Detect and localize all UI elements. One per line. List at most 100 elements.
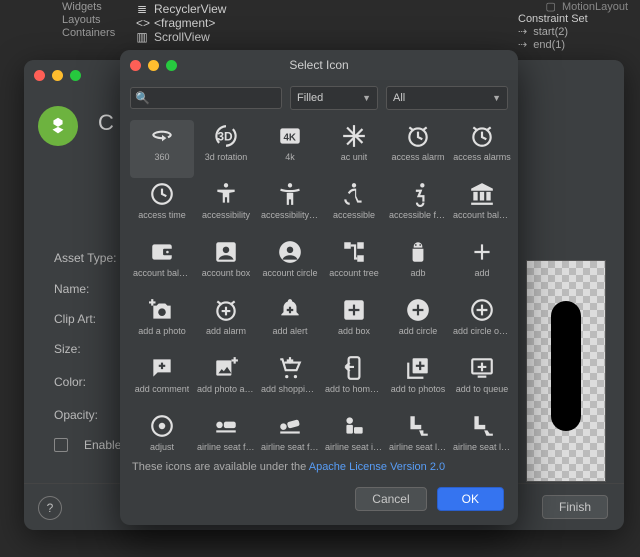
- cancel-button[interactable]: Cancel: [355, 487, 426, 511]
- icon-tile-label: ac unit: [341, 152, 368, 162]
- search-icon: 🔍: [135, 91, 150, 105]
- asset-preview: [526, 260, 606, 482]
- icon-tile-airline-seat-flat-angled[interactable]: airline seat flat: [258, 410, 322, 453]
- icon-tile-airline-seat-legroom[interactable]: airline seat legroom: [386, 410, 450, 453]
- icon-tile-label: airline seat legroom: [453, 442, 511, 452]
- icon-tile-airline-seat-legroom-extra[interactable]: airline seat legroom: [450, 410, 514, 453]
- icon-tile-accessible[interactable]: accessible: [322, 178, 386, 236]
- icon-tile-add[interactable]: add: [450, 236, 514, 294]
- icon-tile-airline-seat-individual[interactable]: airline seat individual: [322, 410, 386, 453]
- license-link[interactable]: Apache License Version 2.0: [309, 461, 445, 473]
- icon-tile-label: account balance: [133, 268, 191, 278]
- maximize-icon[interactable]: [70, 70, 81, 81]
- icon-tile-account-box[interactable]: account box: [194, 236, 258, 294]
- 360-icon: [149, 120, 175, 152]
- 4k-icon: [277, 120, 303, 152]
- icon-tile-label: add to queue: [456, 384, 509, 394]
- icon-tile-label: account tree: [329, 268, 379, 278]
- icon-tile-account-balance-wallet[interactable]: account balance: [130, 236, 194, 294]
- icon-tile-access-alarm[interactable]: access alarm: [386, 120, 450, 178]
- icon-tile-add-circle[interactable]: add circle: [386, 294, 450, 352]
- maximize-icon[interactable]: [166, 60, 177, 71]
- icon-tile-account-circle[interactable]: account circle: [258, 236, 322, 294]
- icon-tile-access-alarms[interactable]: access alarms: [450, 120, 514, 178]
- ac-unit-icon: [341, 120, 367, 152]
- close-icon[interactable]: [34, 70, 45, 81]
- icon-tile-label: access time: [138, 210, 186, 220]
- add-circle-icon: [405, 294, 431, 326]
- add-circle-outline-icon: [469, 294, 495, 326]
- constraint-end[interactable]: ⇢end(1): [518, 38, 628, 51]
- close-icon[interactable]: [130, 60, 141, 71]
- icon-tile-add-box[interactable]: add box: [322, 294, 386, 352]
- icon-tile-add-to-photos[interactable]: add to photos: [386, 352, 450, 410]
- ok-button[interactable]: OK: [437, 487, 504, 511]
- add-alert-icon: [277, 294, 303, 326]
- icon-tile-accessibility-new[interactable]: accessibility new: [258, 178, 322, 236]
- constraint-start[interactable]: ⇢start(2): [518, 25, 628, 38]
- access-time-icon: [149, 178, 175, 210]
- icon-tile-label: add to home screen: [325, 384, 383, 394]
- icon-tile-add-alert[interactable]: add alert: [258, 294, 322, 352]
- adjust-icon: [149, 410, 175, 442]
- select-icon-dialog: Select Icon 🔍 Filled▼ All▼ 3603d rotatio…: [120, 50, 518, 525]
- tree-item-recyclerview[interactable]: ≣RecyclerView: [136, 2, 530, 16]
- icon-tile-accessible-forward[interactable]: accessible forward: [386, 178, 450, 236]
- tree-item-scrollview[interactable]: ▥ScrollView: [136, 30, 530, 44]
- icon-tile-label: airline seat flat: [261, 442, 319, 452]
- icon-tile-ac-unit[interactable]: ac unit: [322, 120, 386, 178]
- access-alarms-icon: [469, 120, 495, 152]
- icon-tile-add-circle-outline[interactable]: add circle outline: [450, 294, 514, 352]
- icon-tile-accessibility[interactable]: accessibility: [194, 178, 258, 236]
- chevron-down-icon: ▼: [362, 93, 371, 103]
- add-shopping-cart-icon: [277, 352, 303, 384]
- icon-tile-add-to-queue[interactable]: add to queue: [450, 352, 514, 410]
- account-balance-wallet-icon: [149, 236, 175, 268]
- category-filter-select[interactable]: All▼: [386, 86, 508, 110]
- select-icon-titlebar[interactable]: Select Icon: [120, 50, 518, 80]
- add-a-photo-icon: [149, 294, 175, 326]
- android-studio-logo: [38, 106, 78, 146]
- icon-tile-account-balance[interactable]: account balance: [450, 178, 514, 236]
- icon-tile-add-alarm[interactable]: add alarm: [194, 294, 258, 352]
- icon-tile-label: account circle: [262, 268, 317, 278]
- tree-item-fragment[interactable]: <><fragment>: [136, 16, 530, 30]
- icon-tile-add-photo-alternate[interactable]: add photo alternate: [194, 352, 258, 410]
- adb-icon: [405, 236, 431, 268]
- add-icon: [469, 236, 495, 268]
- icon-grid-scroll[interactable]: 3603d rotation4kac unitaccess alarmacces…: [120, 116, 518, 453]
- icon-tile-add-to-home-screen[interactable]: add to home screen: [322, 352, 386, 410]
- icon-tile-account-tree[interactable]: account tree: [322, 236, 386, 294]
- enable-auto-checkbox[interactable]: [54, 438, 68, 452]
- icon-tile-label: accessible: [333, 210, 375, 220]
- icon-tile-label: add a photo: [138, 326, 186, 336]
- minimize-icon[interactable]: [148, 60, 159, 71]
- icon-tile-label: airline seat legroom: [389, 442, 447, 452]
- icon-tile-label: add to photos: [391, 384, 446, 394]
- icon-tile-label: add alert: [272, 326, 307, 336]
- icon-tile-add-a-photo[interactable]: add a photo: [130, 294, 194, 352]
- icon-tile-4k[interactable]: 4k: [258, 120, 322, 178]
- icon-tile-adjust[interactable]: adjust: [130, 410, 194, 453]
- icon-tile-add-shopping-cart[interactable]: add shopping cart: [258, 352, 322, 410]
- icon-tile-360[interactable]: 360: [130, 120, 194, 178]
- style-filter-select[interactable]: Filled▼: [290, 86, 378, 110]
- icon-tile-label: add alarm: [206, 326, 246, 336]
- palette-section-labels: Widgets Layouts Containers: [62, 0, 115, 40]
- minimize-icon[interactable]: [52, 70, 63, 81]
- icon-tile-adb[interactable]: adb: [386, 236, 450, 294]
- icon-tile-label: account box: [202, 268, 251, 278]
- icon-tile-label: add shopping cart: [261, 384, 319, 394]
- icon-tile-3d-rotation[interactable]: 3d rotation: [194, 120, 258, 178]
- icon-tile-add-comment[interactable]: add comment: [130, 352, 194, 410]
- icon-tile-airline-seat-flat[interactable]: airline seat flat: [194, 410, 258, 453]
- icon-tile-label: add circle: [399, 326, 438, 336]
- add-box-icon: [341, 294, 367, 326]
- icon-tile-label: airline seat flat: [197, 442, 255, 452]
- finish-button[interactable]: Finish: [542, 495, 608, 519]
- search-input[interactable]: [130, 87, 282, 109]
- accessibility-icon: [213, 178, 239, 210]
- icon-tile-label: add photo alternate: [197, 384, 255, 394]
- airline-seat-flat-icon: [213, 410, 239, 442]
- icon-tile-access-time[interactable]: access time: [130, 178, 194, 236]
